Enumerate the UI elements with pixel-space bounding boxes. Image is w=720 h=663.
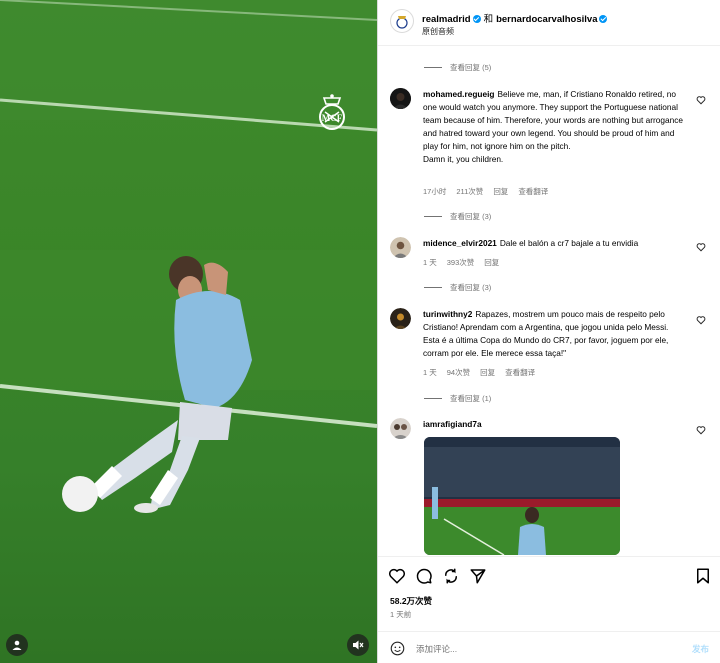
view-replies-label: 查看回复 (1) — [450, 394, 492, 403]
add-comment-bar: 添加评论... 发布 — [378, 631, 720, 663]
comment-item: turinwithny2 Rapazes, mostrem um pouco ma… — [390, 308, 706, 380]
comment-body: midence_elvir2021 Dale el balón a cr7 baj… — [423, 237, 683, 250]
share-icon[interactable] — [442, 567, 460, 585]
comment-likes[interactable]: 393次赞 — [447, 258, 475, 267]
comment-body: mohamed.regueig Believe me, man, if Crist… — [423, 88, 683, 166]
view-replies-label: 查看回复 (5) — [450, 63, 492, 72]
emoji-icon[interactable] — [390, 641, 405, 656]
real-madrid-crest-icon: MCF — [316, 92, 348, 132]
post-authors: realmadrid 和 bernardocarvalhosilva — [422, 11, 608, 25]
comment-body: iamrafigiand7a — [423, 418, 683, 431]
view-replies-label: 查看回复 (3) — [450, 212, 492, 221]
svg-text:MCF: MCF — [322, 113, 343, 123]
avatar[interactable] — [390, 308, 411, 329]
comment-icon[interactable] — [415, 567, 433, 585]
and-label: 和 — [483, 14, 494, 25]
author-link-realmadrid[interactable]: realmadrid — [422, 14, 471, 25]
view-replies-button[interactable]: 查看回复 (5) — [424, 62, 491, 73]
comment-image[interactable] — [424, 437, 620, 555]
heart-icon[interactable] — [696, 425, 706, 435]
real-madrid-crest-icon — [396, 16, 408, 29]
comment-item: mohamed.regueig Believe me, man, if Crist… — [390, 88, 706, 198]
comment-text: Dale el balón a cr7 bajale a tu envidia — [499, 238, 639, 248]
view-replies-button[interactable]: 查看回复 (3) — [424, 211, 491, 222]
reply-button[interactable]: 回复 — [480, 368, 495, 377]
post-sidebar: realmadrid 和 bernardocarvalhosilva 原创音频 查看… — [377, 0, 720, 663]
comment-likes[interactable]: 94次赞 — [447, 368, 470, 377]
heart-icon[interactable] — [388, 567, 406, 585]
post-actions: 58.2万次赞 1 天前 添加评论... 发布 — [378, 556, 720, 663]
heart-icon[interactable] — [696, 315, 706, 325]
comment-time: 17小时 — [423, 187, 447, 196]
view-replies-label: 查看回复 (3) — [450, 283, 492, 292]
send-icon[interactable] — [469, 567, 487, 585]
post-date: 1 天前 — [390, 610, 412, 619]
comment-username[interactable]: turinwithny2 — [423, 309, 472, 319]
avatar[interactable] — [390, 237, 411, 258]
comment-item: midence_elvir2021 Dale el balón a cr7 baj… — [390, 237, 706, 271]
avatar[interactable] — [390, 418, 411, 439]
comment-meta: 1 天 94次赞 回复 查看翻译 — [423, 367, 545, 378]
post-button[interactable]: 发布 — [692, 643, 709, 655]
comment-username[interactable]: midence_elvir2021 — [423, 238, 497, 248]
muted-audio-icon[interactable] — [347, 634, 369, 656]
reply-button[interactable]: 回复 — [493, 187, 508, 196]
audio-label[interactable]: 原创音频 — [422, 26, 454, 37]
comment-likes[interactable]: 211次赞 — [456, 187, 483, 196]
comment-meta: 17小时 211次赞 回复 查看翻译 — [423, 186, 558, 197]
comment-time: 1 天 — [423, 368, 437, 377]
reply-button[interactable]: 回复 — [484, 258, 499, 267]
view-replies-button[interactable]: 查看回复 (1) — [424, 393, 491, 404]
heart-icon[interactable] — [696, 242, 706, 252]
verified-badge-icon — [472, 15, 481, 23]
translate-button[interactable]: 查看翻译 — [518, 187, 548, 196]
user-tag-icon[interactable] — [6, 634, 28, 656]
comment-text-continued: Damn it, you children. — [423, 154, 504, 164]
likes-count[interactable]: 58.2万次赞 — [390, 595, 432, 607]
comment-username[interactable]: iamrafigiand7a — [423, 419, 482, 429]
post-viewer: MCF realmadrid 和 bernardocarvalhosilva 原创音… — [0, 0, 720, 663]
view-replies-button[interactable]: 查看回复 (3) — [424, 282, 491, 293]
translate-button[interactable]: 查看翻译 — [505, 368, 535, 377]
video-player[interactable]: MCF — [0, 0, 377, 663]
comment-username[interactable]: mohamed.regueig — [423, 89, 494, 99]
heart-icon[interactable] — [696, 95, 706, 105]
comment-body: turinwithny2 Rapazes, mostrem um pouco ma… — [423, 308, 683, 360]
avatar[interactable] — [390, 88, 411, 109]
comment-time: 1 天 — [423, 258, 437, 267]
bookmark-icon[interactable] — [694, 567, 712, 585]
comment-input[interactable]: 添加评论... — [416, 643, 457, 655]
avatar[interactable] — [390, 9, 414, 33]
verified-badge-icon — [599, 15, 608, 23]
comment-meta: 1 天 393次赞 回复 — [423, 257, 509, 268]
author-link-bernardo[interactable]: bernardocarvalhosilva — [496, 14, 597, 25]
post-header: realmadrid 和 bernardocarvalhosilva 原创音频 — [378, 0, 720, 46]
